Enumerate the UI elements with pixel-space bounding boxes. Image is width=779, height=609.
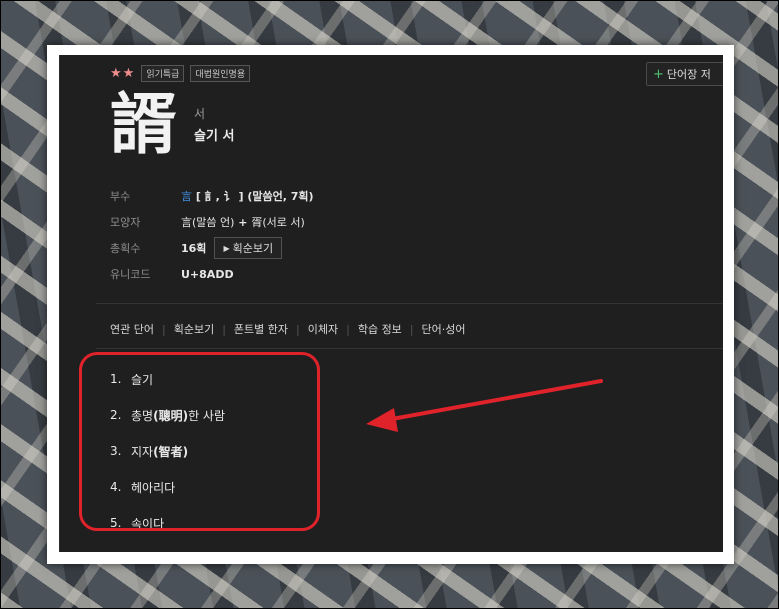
annotation-arrow: [366, 379, 603, 432]
arrow-head-icon: [366, 408, 398, 432]
arrow-shaft: [390, 379, 603, 421]
